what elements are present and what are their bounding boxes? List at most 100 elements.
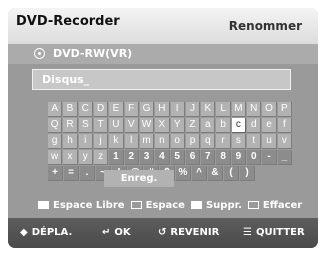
key[interactable]: M <box>231 102 247 117</box>
key[interactable]: T <box>93 118 109 133</box>
key[interactable]: a <box>201 118 216 133</box>
key[interactable]: x <box>63 150 78 165</box>
key[interactable]: S <box>78 118 93 133</box>
key[interactable]: y <box>78 150 93 165</box>
key[interactable]: 6 <box>185 150 201 165</box>
help-espace: Espace <box>145 199 185 211</box>
key[interactable]: ) <box>240 166 255 181</box>
disc-icon <box>34 48 45 59</box>
key[interactable]: n <box>155 134 170 149</box>
key[interactable]: z <box>93 150 109 165</box>
key[interactable]: D <box>93 102 109 117</box>
key[interactable]: X <box>155 118 170 133</box>
red-key-icon <box>38 201 49 209</box>
help-espace-libre: Espace Libre <box>53 199 125 211</box>
footer-ok: ↵ OK <box>102 227 131 238</box>
key[interactable]: 8 <box>216 150 231 165</box>
footer-exit: ☰ QUITTER <box>243 227 305 238</box>
key[interactable]: _ <box>277 150 292 165</box>
key[interactable]: Z <box>185 118 201 133</box>
key[interactable]: 0 <box>247 150 262 165</box>
menu-icon: ☰ <box>243 227 252 238</box>
key[interactable]: P <box>277 102 292 117</box>
key[interactable]: U <box>109 118 124 133</box>
key[interactable]: 5 <box>170 150 185 165</box>
key[interactable]: 9 <box>231 150 247 165</box>
key[interactable]: E <box>109 102 124 117</box>
key[interactable]: h <box>63 134 78 149</box>
dialog-header: DVD-Recorder Renommer <box>8 8 318 44</box>
key[interactable]: 3 <box>139 150 155 165</box>
key[interactable]: . <box>80 166 95 181</box>
key[interactable]: r <box>216 134 231 149</box>
key[interactable]: C <box>78 102 93 117</box>
help-bar: Espace Libre Espace Suppr. Effacer <box>38 198 308 212</box>
key[interactable]: F <box>124 102 139 117</box>
key[interactable]: e <box>262 118 277 133</box>
arrows-icon: ◆ <box>20 227 28 238</box>
footer-move-label: DÉPLA. <box>31 227 73 238</box>
keyboard-panel: Disqus_ ABCDEFGHIJKLMNOPQRSTUVWXYZabcdef… <box>8 64 318 218</box>
key[interactable]: q <box>201 134 216 149</box>
key[interactable]: 2 <box>124 150 139 165</box>
key[interactable]: g <box>48 134 63 149</box>
key[interactable]: - <box>262 150 277 165</box>
key[interactable]: f <box>277 118 292 133</box>
key[interactable]: G <box>139 102 155 117</box>
key[interactable]: L <box>216 102 231 117</box>
key[interactable]: Q <box>48 118 63 133</box>
key[interactable]: s <box>231 134 247 149</box>
key[interactable]: d <box>247 118 262 133</box>
key[interactable]: p <box>185 134 201 149</box>
name-input[interactable]: Disqus_ <box>32 69 291 90</box>
key[interactable]: = <box>64 166 79 181</box>
keyboard-row: QRSTUVWXYZabcdef <box>48 118 293 133</box>
key[interactable]: J <box>185 102 201 117</box>
key[interactable]: B <box>63 102 78 117</box>
key[interactable]: R <box>63 118 78 133</box>
help-effacer: Effacer <box>262 199 303 211</box>
key[interactable]: u <box>262 134 277 149</box>
blue-key-icon <box>247 201 259 209</box>
footer-ok-label: OK <box>114 227 131 238</box>
enter-icon: ↵ <box>102 227 111 238</box>
key[interactable]: 1 <box>109 150 124 165</box>
key[interactable]: O <box>262 102 277 117</box>
key[interactable]: ^ <box>192 166 207 181</box>
key[interactable]: j <box>93 134 109 149</box>
footer-return-label: REVENIR <box>170 227 220 238</box>
key[interactable]: w <box>48 150 63 165</box>
key[interactable]: W <box>139 118 155 133</box>
key[interactable]: % <box>176 166 191 181</box>
key[interactable]: V <box>124 118 139 133</box>
key[interactable]: c <box>231 118 247 133</box>
key[interactable]: A <box>48 102 63 117</box>
key[interactable]: m <box>139 134 155 149</box>
key[interactable]: l <box>124 134 139 149</box>
key[interactable]: H <box>155 102 170 117</box>
key[interactable]: ( <box>224 166 239 181</box>
key[interactable]: K <box>201 102 216 117</box>
yellow-key-icon <box>190 201 202 209</box>
key[interactable]: t <box>247 134 262 149</box>
key[interactable]: & <box>208 166 223 181</box>
save-button[interactable]: Enreg. <box>104 170 174 187</box>
disc-row: DVD-RW(VR) <box>8 44 318 64</box>
return-icon: ↺ <box>158 227 167 238</box>
keyboard-row: w x y z 1 2 3 4 5 6 7 8 9 0- _ <box>48 150 293 165</box>
name-input-value: Disqus_ <box>42 73 90 86</box>
key[interactable]: b <box>216 118 231 133</box>
key[interactable]: k <box>109 134 124 149</box>
disc-label: DVD-RW(VR) <box>53 47 133 60</box>
key[interactable]: Y <box>170 118 185 133</box>
key[interactable]: 7 <box>201 150 216 165</box>
key[interactable]: + <box>48 166 63 181</box>
dialog-title: DVD-Recorder <box>16 14 120 29</box>
key[interactable]: I <box>170 102 185 117</box>
key[interactable]: i <box>78 134 93 149</box>
keyboard-row: ABCDEFGHIJKLMNOP <box>48 102 293 117</box>
key[interactable]: N <box>247 102 262 117</box>
key[interactable]: 4 <box>155 150 170 165</box>
key[interactable]: o <box>170 134 185 149</box>
key[interactable]: v <box>277 134 292 149</box>
